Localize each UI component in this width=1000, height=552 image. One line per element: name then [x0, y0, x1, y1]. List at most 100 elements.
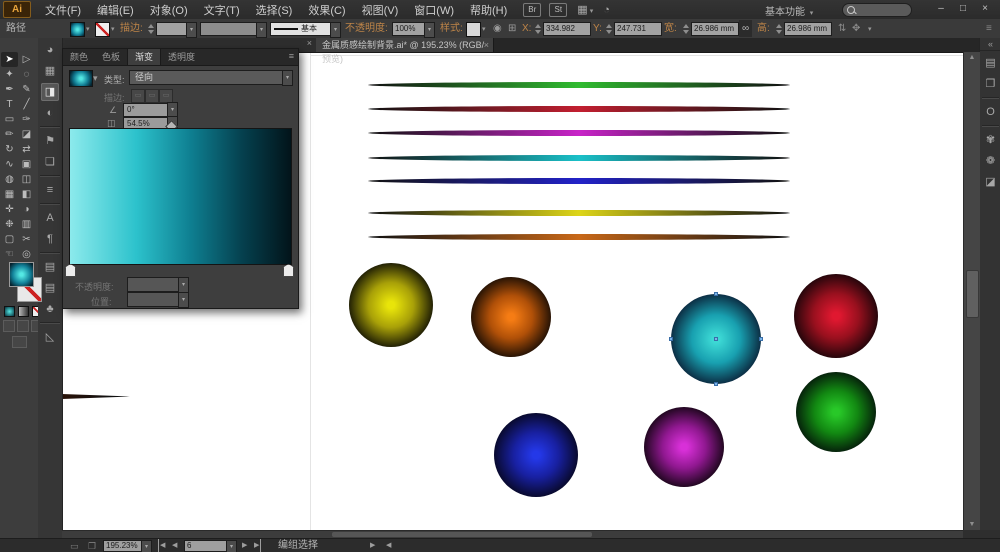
vertical-scroll-thumb[interactable] [966, 270, 979, 318]
scale-tool[interactable]: ⇄ [18, 142, 35, 157]
badge-br-icon[interactable]: Br [523, 3, 541, 17]
badge-st-icon[interactable]: St [549, 3, 567, 17]
brush-definition-dropdown[interactable]: 基本 [270, 22, 332, 36]
swatches-panel-icon[interactable]: ▦ [41, 62, 59, 80]
gradient-type-arrow[interactable]: ▾ [282, 70, 293, 86]
free-transform-tool[interactable]: ▣ [18, 157, 35, 172]
scroll-down-arrow[interactable]: ▼ [964, 519, 980, 530]
panel-tab-渐变[interactable]: 渐变 [127, 49, 161, 65]
appearance-panel-icon[interactable]: ⚑ [41, 132, 59, 150]
stroke-weight-stepper[interactable] [147, 23, 154, 35]
export-icon[interactable]: ❐ [88, 539, 96, 552]
opacity-dropdown[interactable]: ▾ [424, 22, 435, 38]
perspective-grid-tool[interactable]: ◫ [18, 172, 35, 187]
link-dimensions-icon[interactable]: ∞ [739, 20, 752, 37]
type-tool[interactable]: T [1, 97, 18, 112]
stroke-panel-icon[interactable]: ≡ [41, 181, 59, 199]
width-profile-dropdown[interactable] [200, 22, 258, 36]
rectangle-tool[interactable]: ▭ [1, 112, 18, 127]
symbols-panel-icon[interactable]: ♣ [41, 300, 59, 318]
stroke-weight-label[interactable]: 描边: [120, 19, 143, 38]
transform-extra-icon-1[interactable]: ⇅ [838, 19, 846, 38]
screen-mode-button[interactable] [12, 336, 27, 348]
menu-item-窗口(W)[interactable]: 窗口(W) [406, 2, 462, 18]
tab-close-icon[interactable]: × [480, 38, 493, 52]
gradient-type-dropdown[interactable]: 径向 [129, 70, 287, 85]
gradient-stop-right[interactable] [283, 264, 294, 277]
panel-tab-透明度[interactable]: 透明度 [161, 49, 202, 65]
character-panel-icon[interactable]: A [41, 209, 59, 227]
eyedropper-tool[interactable]: ✛ [1, 202, 18, 217]
menu-item-视图(V)[interactable]: 视图(V) [354, 2, 407, 18]
gradient-button[interactable] [18, 306, 29, 317]
stop-opacity-dropdown[interactable]: ▾ [178, 277, 189, 293]
opacity-label[interactable]: 不透明度: [345, 19, 388, 38]
width-stepper[interactable] [682, 23, 689, 35]
draw-normal-button[interactable] [3, 320, 15, 332]
y-stepper[interactable] [605, 23, 612, 35]
control-panel-menu-icon[interactable]: ≡ [986, 19, 992, 38]
layers-panel-icon[interactable]: ▤ [982, 54, 1000, 72]
opentype-panel-icon[interactable]: O [982, 103, 1000, 121]
transform-extra-icon-2[interactable]: ✥ [852, 19, 860, 38]
menu-item-效果(C)[interactable]: 效果(C) [300, 2, 353, 18]
panel-tab-颜色[interactable]: 颜色 [63, 49, 95, 65]
blend-tool[interactable]: ◑ [18, 202, 35, 217]
style-swatch[interactable] [466, 22, 481, 37]
scroll-left-icon[interactable]: ◀ [386, 539, 391, 552]
artboard-tool[interactable]: ▢ [1, 232, 18, 247]
paragraph-panel-icon[interactable]: ¶ [41, 230, 59, 248]
fill-color-swatch[interactable] [70, 22, 85, 37]
width-field[interactable]: 26.986 mm [691, 22, 739, 36]
gradient-thumbnail[interactable] [69, 70, 93, 87]
panel-menu-icon[interactable]: ≡ [289, 51, 294, 61]
pen-tool[interactable]: ✒ [1, 82, 18, 97]
cs-live-icon[interactable]: ◔ [603, 4, 610, 16]
scroll-right-icon[interactable]: ▶ [370, 539, 375, 552]
stroke-color-swatch[interactable] [95, 22, 110, 37]
curvature-tool[interactable]: ✎ [18, 82, 35, 97]
panel-tab-色板[interactable]: 色板 [95, 49, 127, 65]
mesh-tool[interactable]: ▦ [1, 187, 18, 202]
gradient-tool[interactable]: ◧ [18, 187, 35, 202]
style-label[interactable]: 样式: [440, 19, 463, 38]
shape-builder-tool[interactable]: ◍ [1, 172, 18, 187]
transform-more-arrow[interactable]: ▾ [866, 19, 872, 38]
stop-opacity-field[interactable] [127, 277, 183, 292]
close-button[interactable]: × [974, 1, 996, 16]
graphic-styles-panel-icon[interactable]: ❏ [41, 153, 59, 171]
artboard-number-field[interactable]: 6 [184, 540, 228, 552]
brush-definition-arrow[interactable]: ▾ [330, 22, 341, 38]
zoom-level-dropdown[interactable]: ▾ [141, 540, 152, 552]
height-field[interactable]: 26.986 mm [784, 22, 832, 36]
arrange-documents-icon[interactable]: ▦▾ [577, 3, 593, 16]
minimize-button[interactable]: – [930, 1, 952, 16]
workspace-switcher[interactable]: 基本功能 ▾ [765, 3, 813, 18]
fill-indicator[interactable] [9, 262, 34, 287]
fill-dropdown-arrow[interactable]: ▾ [84, 19, 90, 38]
menu-item-文件(F)[interactable]: 文件(F) [37, 2, 89, 18]
x-field[interactable]: 334.982 mm [543, 22, 591, 36]
angle-field[interactable]: 0° [123, 103, 169, 117]
opacity-field[interactable]: 100% [392, 22, 426, 36]
last-artboard-button[interactable]: ▶ [254, 539, 261, 552]
width-tool[interactable]: ∿ [1, 157, 18, 172]
column-graph-tool[interactable]: ▥ [18, 217, 35, 232]
gradient-slider[interactable] [69, 128, 292, 265]
appearance-panel-icon[interactable]: ❁ [982, 152, 1000, 170]
next-artboard-button[interactable]: ▶ [242, 539, 247, 552]
first-artboard-button[interactable]: ◀ [158, 539, 165, 552]
menu-item-帮助(H)[interactable]: 帮助(H) [462, 2, 515, 18]
menu-item-对象(O)[interactable]: 对象(O) [142, 2, 196, 18]
zoom-tool[interactable]: ◎ [18, 247, 35, 262]
slice-tool[interactable]: ✂ [18, 232, 35, 247]
width-profile-arrow[interactable]: ▾ [256, 22, 267, 38]
expand-panels-icon[interactable]: « [980, 38, 1000, 51]
rotate-tool[interactable]: ↻ [1, 142, 18, 157]
stroke-dropdown-arrow[interactable]: ▾ [109, 19, 115, 38]
color-button[interactable] [4, 306, 15, 317]
height-stepper[interactable] [775, 23, 782, 35]
eraser-tool[interactable]: ◪ [18, 127, 35, 142]
horizontal-scroll-thumb[interactable] [332, 532, 592, 537]
artboards-panel-icon[interactable]: ❐ [982, 75, 1000, 93]
